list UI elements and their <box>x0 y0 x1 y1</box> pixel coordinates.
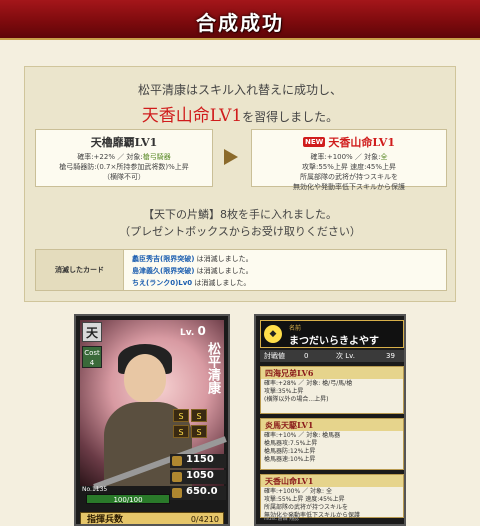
general-icon: ◆ <box>264 325 282 343</box>
skill-desc-line: 攻撃:35%上昇 <box>264 388 304 395</box>
skill-desc-line: 所属部隊の武将が持つスキルを <box>264 504 349 511</box>
reading-name: まつだいらきよやす <box>289 336 379 347</box>
exp-value: 0 <box>304 352 309 360</box>
discarded-suffix: は消滅しました。 <box>192 279 251 287</box>
card-info-panel: ◆ 名前 まつだいらきよやす 討戦値 0 次 Lv. 39 四海兄弟LV6 確率… <box>254 314 406 526</box>
discarded-card-link[interactable]: 蠡臣秀吉(限界突破) <box>132 255 194 263</box>
discarded-row: ちえ(ランク0)Lv0 は消滅しました。 <box>132 277 253 289</box>
new-badge: NEW <box>303 137 326 147</box>
attack-icon <box>172 456 182 466</box>
old-skill-desc: 確率:+22% ／ 対象:槍弓騎器 槍弓騎器防:(0.7×所持参加武将数)%上昇… <box>36 152 212 182</box>
aptitude-icon: S <box>191 409 207 422</box>
hp-bar: 100/100 <box>86 494 170 504</box>
next-level-value: 39 <box>386 352 395 360</box>
old-skill-effect: 槍弓騎器防:(0.7×所持参加武将数)%上昇 <box>59 163 189 171</box>
intelligence-stat: 650.0 <box>170 486 226 500</box>
skill-desc: 確率:+28% ／ 対象: 槍/弓/馬/槍 攻撃:35%上昇 (横隊以外の場合...… <box>261 379 403 405</box>
result-message: 松平清康はスキル入れ替えに成功し、 <box>137 83 342 97</box>
skill-desc-line: 槍馬器速:10%上昇 <box>264 456 316 463</box>
discarded-card-link[interactable]: ちえ(ランク0)Lv0 <box>132 279 192 287</box>
new-skill-effect: 攻撃:55%上昇 速度:45%上昇 <box>301 163 397 171</box>
skill-desc-line: 確率:+10% ／ 対象: 槍馬器 <box>264 432 341 439</box>
new-skill-box: NEW 天香山命LV1 確率:+100% ／ 対象:全 攻撃:55%上昇 速度:4… <box>251 129 447 191</box>
old-skill-target: 槍弓騎器 <box>142 153 171 161</box>
learned-skill-suffix: を習得しました。 <box>242 110 339 124</box>
cost-badge: Cost 4 <box>82 346 102 368</box>
command-bar: 指揮兵数 0/4210 <box>80 512 224 525</box>
skill-desc-line: 確率:+100% ／ 対象: 全 <box>264 488 332 495</box>
old-skill-name: 天櫓靡覇LV1 <box>90 136 158 149</box>
intelligence-icon <box>172 488 182 498</box>
illustrator-credit: illust:蒼森 翔誌 <box>264 516 300 522</box>
skill-desc-line: 確率:+28% ／ 対象: 槍/弓/馬/槍 <box>264 380 353 387</box>
skill-title: 天香山命LV1 <box>261 475 403 487</box>
cost-value: 4 <box>89 359 95 367</box>
name-label: 名前 <box>289 325 302 332</box>
discarded-cards-box: 消滅したカード 蠡臣秀吉(限界突破) は消滅しました。 島津義久(限界突破) は… <box>35 249 447 291</box>
learned-skill-name: 天香山命LV1 <box>141 106 243 126</box>
aptitude-icon: S <box>173 409 189 422</box>
cost-label: Cost <box>84 349 100 357</box>
old-skill-note: （横隊不可） <box>103 173 145 181</box>
card-level: Lv. 0 <box>180 324 206 338</box>
new-skill-rate: 確率:+100% ／ 対象: <box>310 153 381 161</box>
defense-value: 1050 <box>186 470 214 481</box>
discarded-suffix: は消滅しました。 <box>194 267 253 275</box>
level-label: Lv. <box>180 328 195 338</box>
skill-desc-line: 攻撃:55%上昇 速度:45%上昇 <box>264 496 345 503</box>
skill-desc: 確率:+10% ／ 対象: 槍馬器 槍馬器攻:7.5%上昇 槍馬器防:12%上昇 槍馬… <box>261 431 403 465</box>
figure-head <box>124 354 166 402</box>
skill-desc-line: (横隊以外の場合...上昇) <box>264 396 329 403</box>
skill-title: 四海兄弟LV6 <box>261 367 403 379</box>
aptitude-icon: S <box>173 425 189 438</box>
defense-icon <box>172 472 182 482</box>
exp-label: 討戦値 <box>264 352 285 360</box>
arrow-right-icon <box>224 149 238 165</box>
discarded-card-link[interactable]: 島津義久(限界突破) <box>132 267 194 275</box>
new-skill-title: NEW 天香山命LV1 <box>252 134 446 150</box>
general-card[interactable]: 天 Cost 4 Lv. 0 松平清康 S SS S 1150 1050 650.0 … <box>74 314 230 526</box>
card-name: 松平清康 <box>205 342 220 394</box>
skill-slot[interactable]: 天香山命LV1 確率:+100% ／ 対象: 全攻撃:55%上昇 速度:45%上… <box>260 474 404 519</box>
header-bar: 合成成功 <box>0 0 480 40</box>
command-label: 指揮兵数 <box>87 515 124 525</box>
card-number: No.1135 <box>82 486 108 493</box>
skill-slot[interactable]: 四海兄弟LV6 確率:+28% ／ 対象: 槍/弓/馬/槍 攻撃:35%上昇 (横隊… <box>260 366 404 414</box>
skill-desc-line: 槍馬器防:12%上昇 <box>264 448 316 455</box>
new-skill-effect-3: 無効化や発動率低下スキルから保護 <box>293 183 405 191</box>
intelligence-value: 650.0 <box>186 486 218 497</box>
rarity-badge: 天 <box>82 322 102 342</box>
reward-note: （プレゼントボックスからお受け取りください） <box>119 225 361 238</box>
info-header: ◆ 名前 まつだいらきよやす <box>260 320 404 348</box>
result-panel: 松平清康はスキル入れ替えに成功し、 天香山命LV1を習得しました。 天櫓靡覇LV… <box>24 66 456 302</box>
discarded-row: 島津義久(限界突破) は消滅しました。 <box>132 265 253 277</box>
attack-value: 1150 <box>186 454 214 465</box>
new-skill-name: 天香山命LV1 <box>328 136 395 149</box>
skill-slot[interactable]: 炎馬天駆LV1 確率:+10% ／ 対象: 槍馬器 槍馬器攻:7.5%上昇 槍馬器防… <box>260 418 404 470</box>
aptitude-icon: S <box>191 425 207 438</box>
defense-stat: 1050 <box>170 470 226 484</box>
new-skill-desc: 確率:+100% ／ 対象:全 攻撃:55%上昇 速度:45%上昇 所属部隊の武… <box>252 152 446 192</box>
discarded-label: 消滅したカード <box>36 250 124 290</box>
discarded-list: 蠡臣秀吉(限界突破) は消滅しました。 島津義久(限界突破) は消滅しました。 … <box>132 253 253 289</box>
level-value: 0 <box>197 324 206 338</box>
skill-title: 炎馬天駆LV1 <box>261 419 403 431</box>
attack-stat: 1150 <box>170 454 226 468</box>
skill-desc-line: 槍馬器攻:7.5%上昇 <box>264 440 318 447</box>
discarded-row: 蠡臣秀吉(限界突破) は消滅しました。 <box>132 253 253 265</box>
new-skill-target: 全 <box>380 153 388 161</box>
exp-row: 討戦値 0 次 Lv. 39 <box>260 350 404 362</box>
new-skill-effect-2: 所属部隊の武将が持つスキルを <box>300 173 398 181</box>
page-title: 合成成功 <box>196 11 284 35</box>
command-value: 0/4210 <box>190 515 219 524</box>
unit-aptitude-icons: S SS S <box>172 408 212 440</box>
result-skill-line: 天香山命LV1を習得しました。 <box>25 101 455 126</box>
reward-message: 【天下の片鱗】8枚を手に入れました。 <box>143 208 337 221</box>
old-skill-box: 天櫓靡覇LV1 確率:+22% ／ 対象:槍弓騎器 槍弓騎器防:(0.7×所持参… <box>35 129 213 187</box>
card-stats: 1150 1050 650.0 <box>170 454 226 502</box>
next-level-label: 次 Lv. <box>336 352 355 360</box>
old-skill-rate: 確率:+22% ／ 対象: <box>77 153 143 161</box>
discarded-suffix: は消滅しました。 <box>194 255 253 263</box>
